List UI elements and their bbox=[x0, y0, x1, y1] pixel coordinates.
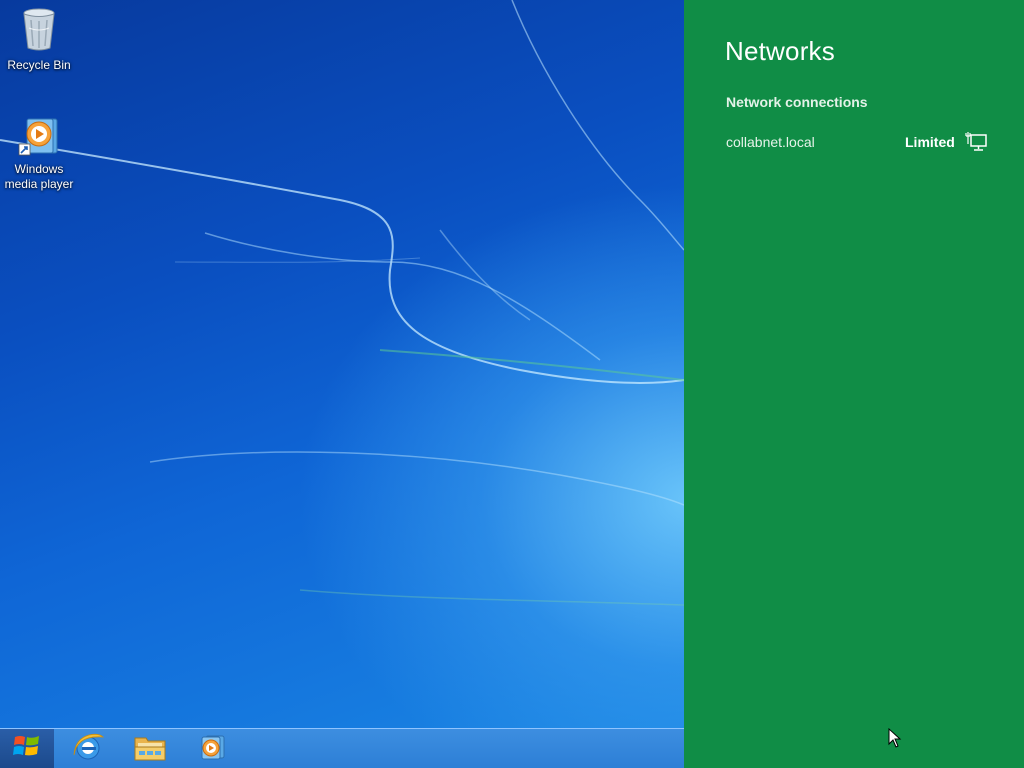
taskbar bbox=[0, 728, 684, 768]
network-name: collabnet.local bbox=[726, 134, 815, 150]
taskbar-file-explorer[interactable] bbox=[126, 731, 174, 767]
taskbar-internet-explorer[interactable] bbox=[64, 731, 112, 767]
wired-network-icon bbox=[964, 131, 988, 158]
internet-explorer-icon bbox=[71, 731, 105, 768]
networks-panel: Networks Network connections collabnet.l… bbox=[684, 0, 1024, 768]
wallpaper-swirls bbox=[0, 0, 684, 606]
section-heading-network-connections: Network connections bbox=[726, 94, 868, 110]
mouse-cursor bbox=[888, 727, 902, 753]
recycle-bin-icon bbox=[0, 6, 78, 56]
panel-title: Networks bbox=[725, 36, 835, 66]
media-player-icon bbox=[197, 733, 227, 766]
start-button[interactable] bbox=[0, 729, 54, 768]
file-explorer-icon bbox=[133, 732, 167, 767]
desktop-icon-recycle-bin[interactable]: Recycle Bin bbox=[0, 6, 78, 73]
desktop: Recycle Bin Windows media player bbox=[0, 0, 684, 728]
media-player-icon bbox=[0, 116, 78, 160]
desktop-icon-windows-media-player[interactable]: Windows media player bbox=[0, 116, 78, 192]
windows-logo-icon bbox=[13, 733, 41, 764]
desktop-icon-label: Recycle Bin bbox=[7, 58, 71, 72]
taskbar-windows-media-player[interactable] bbox=[188, 731, 236, 767]
network-status: Limited bbox=[905, 134, 955, 150]
network-connection-item[interactable]: collabnet.local Limited bbox=[710, 126, 1000, 158]
desktop-icon-label: Windows media player bbox=[4, 162, 74, 191]
